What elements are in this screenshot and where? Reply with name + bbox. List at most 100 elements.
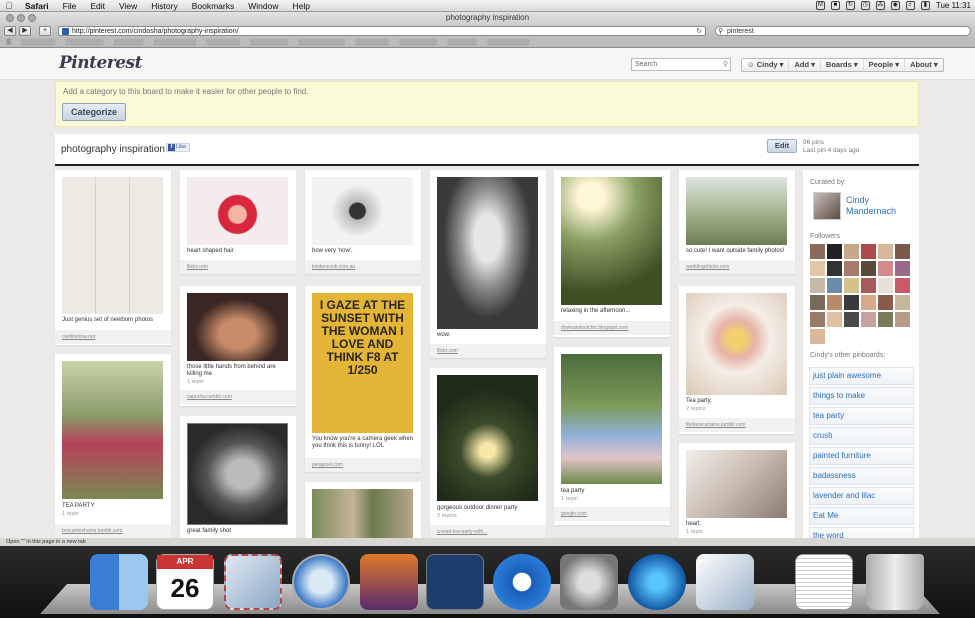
follower-avatar[interactable]: [861, 244, 876, 259]
follower-avatar[interactable]: [861, 295, 876, 310]
bookmark-add-button[interactable]: +: [39, 26, 51, 36]
pin-source-link[interactable]: brocanteshome.tumblr.com: [55, 524, 171, 538]
pin-image[interactable]: [437, 177, 538, 329]
spaces-icon[interactable]: [426, 554, 484, 610]
bluetooth-icon[interactable]: ⁂: [875, 1, 885, 10]
pin-card[interactable]: TEA PARTY 1 repin brocanteshome.tumblr.c…: [55, 354, 171, 538]
menu-file[interactable]: File: [56, 1, 84, 11]
pin-source-link[interactable]: weddingchicks.com: [679, 260, 795, 274]
nav-user[interactable]: ☺ Cindy ▾: [742, 59, 790, 71]
follower-avatar[interactable]: [810, 295, 825, 310]
pin-source-link[interactable]: thelacecurtains.tumblr.com: [679, 418, 795, 432]
pin-image[interactable]: [561, 177, 662, 305]
safari-icon[interactable]: [292, 554, 350, 610]
apple-icon[interactable]: : [0, 1, 18, 11]
pin-card[interactable]: relaxing in the afternoon... downandoutc…: [554, 170, 670, 337]
nav-add[interactable]: Add ▾: [789, 59, 821, 71]
follower-avatar[interactable]: [827, 244, 842, 259]
bookmark-item[interactable]: ░░░░░░░░░░: [153, 40, 196, 46]
wifi-icon[interactable]: ◉: [890, 1, 900, 10]
follower-avatar[interactable]: [895, 295, 910, 310]
pin-card[interactable]: I GAZE AT THE SUNSET WITH THE WOMAN I LO…: [305, 286, 421, 472]
preview-icon[interactable]: [696, 554, 754, 610]
pin-source-link[interactable]: flickr.com: [180, 260, 296, 274]
pin-image[interactable]: [561, 354, 662, 484]
pin-image[interactable]: [187, 293, 288, 361]
facebook-like-button[interactable]: f Like: [166, 143, 190, 152]
menu-window[interactable]: Window: [241, 1, 285, 11]
browser-search-field[interactable]: ⚲ pinterest: [715, 26, 971, 36]
pin-image[interactable]: [187, 177, 288, 245]
edit-board-button[interactable]: Edit: [767, 139, 797, 153]
pin-card[interactable]: great family shot: [180, 416, 296, 538]
bookmark-item[interactable]: ░░░░░░░░░░░: [298, 40, 345, 46]
board-link[interactable]: lavender and lilac: [809, 487, 914, 505]
documents-stack-icon[interactable]: [795, 554, 853, 610]
menu-safari[interactable]: Safari: [18, 1, 56, 11]
sync-icon[interactable]: ↻: [845, 1, 855, 10]
pin-card[interactable]: tea party 1 repin google.com: [554, 347, 670, 525]
pin-card[interactable]: Just genius set of newborn photos ownlin…: [55, 170, 171, 345]
battery-icon[interactable]: ▮: [920, 1, 930, 10]
pin-image[interactable]: [312, 177, 413, 245]
pin-image[interactable]: [686, 177, 787, 245]
follower-avatar[interactable]: [810, 329, 825, 344]
bookmark-item[interactable]: ░░░░░░░░░: [399, 40, 437, 46]
pin-image[interactable]: [437, 375, 538, 501]
bookmark-item[interactable]: ░░░░░░░░: [21, 40, 55, 46]
address-bar[interactable]: http://pinterest.com/cindosha/photograph…: [58, 26, 706, 36]
follower-avatar[interactable]: [810, 261, 825, 276]
site-search-input[interactable]: Search ⚲: [631, 58, 731, 71]
follower-avatar[interactable]: [810, 312, 825, 327]
pin-source-link[interactable]: petapixel.com: [305, 458, 421, 472]
nav-about[interactable]: About ▾: [905, 59, 943, 71]
follower-avatar[interactable]: [844, 244, 859, 259]
follower-avatar[interactable]: [878, 244, 893, 259]
bookmark-item[interactable]: ░░░░░░░░: [355, 40, 389, 46]
pin-source-link[interactable]: google.com: [554, 507, 670, 521]
pin-source-link[interactable]: downandoutchic.blogspot.com: [554, 321, 670, 335]
follower-avatar[interactable]: [861, 312, 876, 327]
menu-help[interactable]: Help: [285, 1, 316, 11]
pin-image[interactable]: [62, 361, 163, 499]
follower-avatar[interactable]: [827, 261, 842, 276]
pin-card[interactable]: how very 'now'. kristencook.com.au: [305, 170, 421, 274]
bookmark-item[interactable]: ░░░░░░░: [447, 40, 477, 46]
pinterest-logo[interactable]: Pinterest: [59, 53, 142, 73]
trash-icon[interactable]: [866, 554, 924, 610]
pin-source-link[interactable]: ownlinetrav.net: [55, 330, 171, 344]
pin-image[interactable]: [187, 423, 288, 525]
follower-avatar[interactable]: [878, 261, 893, 276]
nav-boards[interactable]: Boards ▾: [821, 59, 864, 71]
board-link[interactable]: crush: [809, 427, 914, 445]
board-link[interactable]: Eat Me: [809, 507, 914, 525]
iphoto-icon[interactable]: [360, 554, 418, 610]
bookmark-item[interactable]: ░░░░░░░░: [206, 40, 240, 46]
zoom-window-button[interactable]: [28, 14, 36, 22]
follower-avatar[interactable]: [827, 295, 842, 310]
follower-avatar[interactable]: [844, 278, 859, 293]
pin-card[interactable]: so cute! I want outside family photos! w…: [679, 170, 795, 274]
pin-source-link[interactable]: a-mad-tea-party-with...: [430, 525, 546, 538]
close-window-button[interactable]: [6, 14, 14, 22]
mail-icon[interactable]: [224, 554, 282, 610]
pin-image[interactable]: [686, 450, 787, 518]
follower-avatar[interactable]: [861, 261, 876, 276]
menu-edit[interactable]: Edit: [83, 1, 112, 11]
pin-card[interactable]: wow. flickr.com: [430, 170, 546, 358]
follower-avatar[interactable]: [844, 312, 859, 327]
follower-avatar[interactable]: [844, 295, 859, 310]
pin-card[interactable]: Tea party. 2 repins thelacecurtains.tumb…: [679, 286, 795, 434]
follower-avatar[interactable]: [878, 312, 893, 327]
curator-name[interactable]: Cindy Mandernach: [846, 195, 914, 217]
follower-avatar[interactable]: [878, 278, 893, 293]
pin-card[interactable]: those little hands from behind are killi…: [180, 286, 296, 406]
pin-card[interactable]: heart. 1 repin: [679, 443, 795, 538]
bookmark-item[interactable]: ░░░░░░░: [114, 40, 144, 46]
pin-image[interactable]: [312, 489, 413, 538]
follower-avatar[interactable]: [844, 261, 859, 276]
forward-button[interactable]: ▶: [19, 26, 31, 36]
board-link[interactable]: tea party: [809, 407, 914, 425]
reload-icon[interactable]: ↻: [696, 27, 702, 36]
follower-avatar[interactable]: [895, 244, 910, 259]
